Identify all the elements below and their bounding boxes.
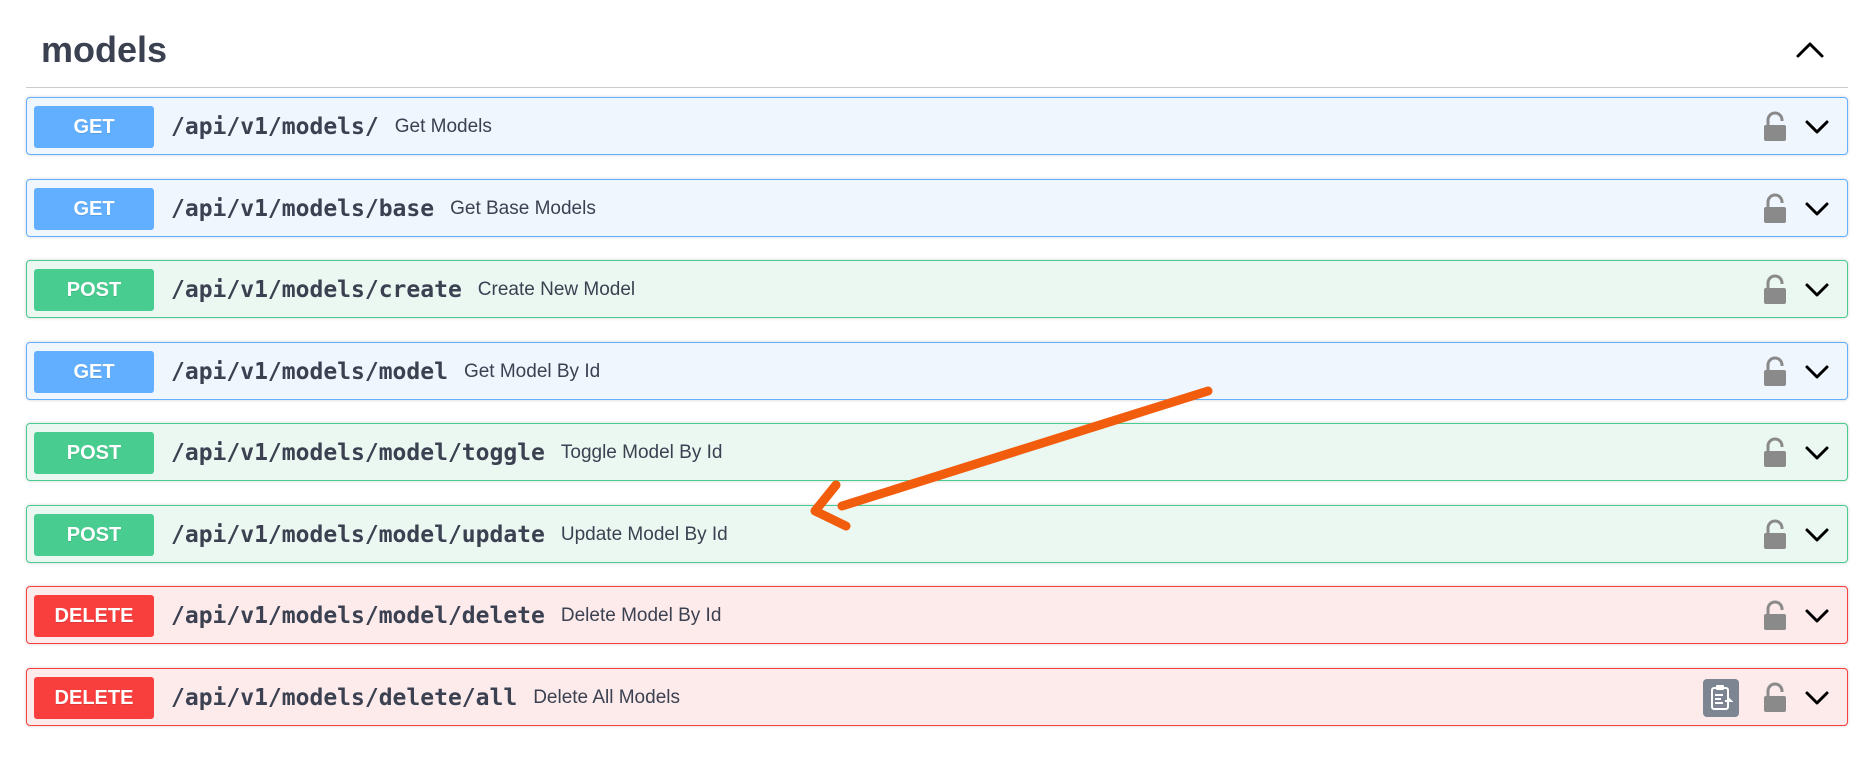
authorize-lock-button[interactable] <box>1761 111 1789 143</box>
chevron-down-icon <box>1805 528 1829 542</box>
operation-summary: Get Model By Id <box>463 361 601 382</box>
unlocked-padlock-icon <box>1764 600 1786 630</box>
operation-get-base-models[interactable]: GET /api/v1/models/base Get Base Models <box>26 179 1848 237</box>
unlocked-padlock-icon <box>1764 519 1786 549</box>
operation-path-text: /api/v1/models/create <box>171 277 462 303</box>
operation-summary: Get Base Models <box>450 198 596 219</box>
chevron-up-icon <box>1796 42 1824 58</box>
method-badge: POST <box>34 514 154 556</box>
method-badge: GET <box>34 188 154 230</box>
operation-summary: Create New Model <box>477 279 636 300</box>
operation-path: /api/v1/models/model/update Update Model … <box>171 520 728 550</box>
authorize-lock-button[interactable] <box>1761 600 1789 632</box>
operation-summary: Get Models <box>394 116 492 137</box>
operation-delete-all-models[interactable]: DELETE /api/v1/models/delete/all Delete A… <box>26 668 1848 726</box>
operation-update-model-by-id[interactable]: POST /api/v1/models/model/update Update M… <box>26 505 1848 563</box>
operation-path-text: /api/v1/models/model/update <box>171 522 545 548</box>
operation-path: /api/v1/models/delete/all Delete All Mode… <box>171 683 680 713</box>
method-badge: DELETE <box>34 677 154 719</box>
unlocked-padlock-icon <box>1764 111 1786 141</box>
unlocked-padlock-icon <box>1764 437 1786 467</box>
method-badge: GET <box>34 106 154 148</box>
operation-path: /api/v1/models/base Get Base Models <box>171 194 596 224</box>
chevron-down-icon <box>1805 609 1829 623</box>
authorize-lock-button[interactable] <box>1761 356 1789 388</box>
operation-delete-model-by-id[interactable]: DELETE /api/v1/models/model/delete Delete… <box>26 586 1848 644</box>
operation-get-model-by-id[interactable]: GET /api/v1/models/model Get Model By Id <box>26 342 1848 400</box>
clipboard-copy-icon <box>1711 685 1734 710</box>
models-tag-section: models GET /api/v1/models/Get Models GET… <box>26 0 1848 726</box>
method-badge: DELETE <box>34 595 154 637</box>
copy-path-button[interactable] <box>1703 679 1739 717</box>
operation-path-text: /api/v1/models/model/delete <box>171 603 545 629</box>
chevron-down-icon <box>1805 691 1829 705</box>
operation-get-models[interactable]: GET /api/v1/models/Get Models <box>26 97 1848 155</box>
method-badge: GET <box>34 351 154 393</box>
authorize-lock-button[interactable] <box>1761 193 1789 225</box>
operation-toggle-model-by-id[interactable]: POST /api/v1/models/model/toggle Toggle M… <box>26 423 1848 481</box>
operation-summary: Toggle Model By Id <box>560 442 723 463</box>
expand-operation-button[interactable] <box>1801 682 1833 714</box>
method-badge: POST <box>34 432 154 474</box>
operation-path: /api/v1/models/model Get Model By Id <box>171 357 600 387</box>
unlocked-padlock-icon <box>1764 356 1786 386</box>
authorize-lock-button[interactable] <box>1761 274 1789 306</box>
unlocked-padlock-icon <box>1764 682 1786 712</box>
method-badge: POST <box>34 269 154 311</box>
unlocked-padlock-icon <box>1764 274 1786 304</box>
chevron-down-icon <box>1805 283 1829 297</box>
operation-summary: Delete All Models <box>533 687 680 708</box>
expand-operation-button[interactable] <box>1801 437 1833 469</box>
operation-path: /api/v1/models/create Create New Model <box>171 275 635 305</box>
authorize-lock-button[interactable] <box>1761 437 1789 469</box>
chevron-down-icon <box>1805 120 1829 134</box>
operation-path-text: /api/v1/models/ <box>171 114 379 140</box>
operation-path-text: /api/v1/models/base <box>171 196 435 222</box>
authorize-lock-button[interactable] <box>1761 682 1789 714</box>
chevron-down-icon <box>1805 365 1829 379</box>
operation-path-text: /api/v1/models/model/toggle <box>171 440 545 466</box>
expand-operation-button[interactable] <box>1801 111 1833 143</box>
authorize-lock-button[interactable] <box>1761 519 1789 551</box>
unlocked-padlock-icon <box>1764 193 1786 223</box>
operation-path: /api/v1/models/model/toggle Toggle Model … <box>171 438 722 468</box>
expand-operation-button[interactable] <box>1801 193 1833 225</box>
operation-path-text: /api/v1/models/delete/all <box>171 685 518 711</box>
operation-path: /api/v1/models/Get Models <box>171 112 492 142</box>
operation-path-text: /api/v1/models/model <box>171 359 448 385</box>
expand-operation-button[interactable] <box>1801 356 1833 388</box>
operation-create-new-model[interactable]: POST /api/v1/models/create Create New Mod… <box>26 260 1848 318</box>
tag-header[interactable]: models <box>26 0 1848 88</box>
chevron-down-icon <box>1805 202 1829 216</box>
expand-operation-button[interactable] <box>1801 274 1833 306</box>
operation-summary: Update Model By Id <box>560 524 728 545</box>
operation-path: /api/v1/models/model/delete Delete Model … <box>171 601 721 631</box>
tag-title[interactable]: models <box>41 28 167 72</box>
collapse-tag-button[interactable] <box>1790 32 1830 68</box>
chevron-down-icon <box>1805 446 1829 460</box>
expand-operation-button[interactable] <box>1801 519 1833 551</box>
operation-summary: Delete Model By Id <box>560 605 722 626</box>
expand-operation-button[interactable] <box>1801 600 1833 632</box>
